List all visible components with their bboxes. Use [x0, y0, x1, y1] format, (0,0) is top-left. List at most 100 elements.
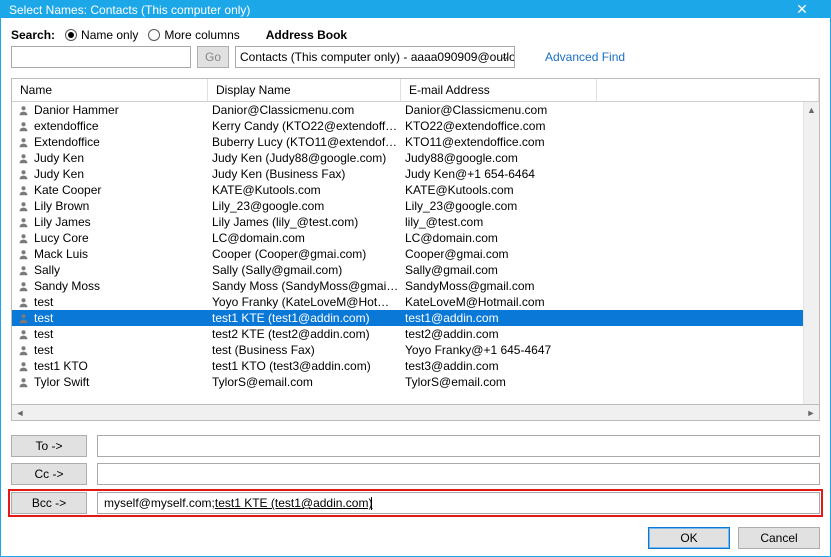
cell-name: Sally [34, 263, 212, 277]
scroll-left-icon[interactable]: ◄ [12, 405, 28, 421]
window-title: Select Names: Contacts (This computer on… [9, 3, 782, 17]
table-row[interactable]: Sandy MossSandy Moss (SandyMoss@gmail.co… [12, 278, 819, 294]
table-row[interactable]: ExtendofficeBuberry Lucy (KTO11@extendof… [12, 134, 819, 150]
col-name[interactable]: Name [12, 79, 208, 101]
grid-body: Danior HammerDanior@Classicmenu.comDanio… [12, 102, 819, 404]
radio-name-only-label: Name only [81, 28, 138, 42]
table-row[interactable]: extendofficeKerry Candy (KTO22@extendoff… [12, 118, 819, 134]
person-icon [16, 375, 30, 389]
to-input[interactable] [97, 435, 820, 457]
person-icon [16, 167, 30, 181]
scroll-right-icon[interactable]: ► [803, 405, 819, 421]
col-email[interactable]: E-mail Address [401, 79, 597, 101]
cell-email: LC@domain.com [405, 231, 765, 245]
cell-name: test [34, 311, 212, 325]
cell-email: test3@addin.com [405, 359, 765, 373]
bcc-text-plain: myself@myself.com; [104, 496, 215, 510]
cell-display: LC@domain.com [212, 231, 405, 245]
cell-display: Judy Ken (Judy88@google.com) [212, 151, 405, 165]
cell-email: Danior@Classicmenu.com [405, 103, 765, 117]
cell-display: Lily James (lily_@test.com) [212, 215, 405, 229]
cell-name: test [34, 343, 212, 357]
table-row[interactable]: test1 KTOtest1 KTO (test3@addin.com)test… [12, 358, 819, 374]
go-button[interactable]: Go [197, 46, 229, 68]
person-icon [16, 311, 30, 325]
cell-name: Mack Luis [34, 247, 212, 261]
radio-icon [65, 29, 77, 41]
radio-name-only[interactable]: Name only [65, 28, 138, 42]
cc-input[interactable] [97, 463, 820, 485]
cell-display: Danior@Classicmenu.com [212, 103, 405, 117]
table-row[interactable]: testYoyo Franky (KateLoveM@Hotmail.c...K… [12, 294, 819, 310]
person-icon [16, 103, 30, 117]
cell-email: KateLoveM@Hotmail.com [405, 295, 765, 309]
table-row[interactable]: Lily JamesLily James (lily_@test.com)lil… [12, 214, 819, 230]
ok-button[interactable]: OK [648, 527, 730, 549]
vertical-scrollbar[interactable]: ▲ [803, 102, 819, 404]
cell-display: test1 KTO (test3@addin.com) [212, 359, 405, 373]
person-icon [16, 215, 30, 229]
person-icon [16, 295, 30, 309]
table-row[interactable]: testtest (Business Fax)Yoyo Franky@+1 64… [12, 342, 819, 358]
cell-email: test1@addin.com [405, 311, 765, 325]
table-row[interactable]: Judy KenJudy Ken (Business Fax)Judy Ken@… [12, 166, 819, 182]
address-book-select[interactable]: Contacts (This computer only) - aaaa0909… [235, 46, 515, 68]
bcc-input[interactable]: myself@myself.com; test1 KTE (test1@addi… [97, 492, 820, 514]
cell-name: Lily James [34, 215, 212, 229]
cell-email: Yoyo Franky@+1 645-4647 [405, 343, 765, 357]
cell-name: test [34, 295, 212, 309]
close-icon[interactable]: ✕ [782, 1, 822, 18]
cell-email: Cooper@gmai.com [405, 247, 765, 261]
select-names-dialog: Select Names: Contacts (This computer on… [0, 0, 831, 557]
person-icon [16, 359, 30, 373]
cell-display: Yoyo Franky (KateLoveM@Hotmail.c... [212, 295, 405, 309]
person-icon [16, 279, 30, 293]
cell-display: test1 KTE (test1@addin.com) [212, 311, 405, 325]
recipient-fields: To -> Cc -> Bcc -> myself@myself.com; te… [11, 435, 820, 521]
search-input[interactable] [11, 46, 191, 68]
cell-name: test1 KTO [34, 359, 212, 373]
cell-name: extendoffice [34, 119, 212, 133]
scroll-up-icon[interactable]: ▲ [804, 102, 819, 118]
cell-display: Cooper (Cooper@gmai.com) [212, 247, 405, 261]
radio-more-columns-label: More columns [164, 28, 239, 42]
table-row[interactable]: SallySally (Sally@gmail.com)Sally@gmail.… [12, 262, 819, 278]
address-book-label: Address Book [266, 28, 347, 42]
search-header-row: Search: Name only More columns Address B… [11, 28, 820, 42]
cell-name: test [34, 327, 212, 341]
advanced-find-link[interactable]: Advanced Find [545, 50, 625, 64]
cell-name: Judy Ken [34, 151, 212, 165]
cell-name: Judy Ken [34, 167, 212, 181]
cell-name: Sandy Moss [34, 279, 212, 293]
cell-email: test2@addin.com [405, 327, 765, 341]
person-icon [16, 183, 30, 197]
horizontal-scrollbar[interactable]: ◄ ► [11, 405, 820, 421]
table-row[interactable]: testtest2 KTE (test2@addin.com)test2@add… [12, 326, 819, 342]
radio-icon [148, 29, 160, 41]
table-row[interactable]: Lucy CoreLC@domain.comLC@domain.com [12, 230, 819, 246]
table-row[interactable]: Judy KenJudy Ken (Judy88@google.com)Judy… [12, 150, 819, 166]
cell-name: Danior Hammer [34, 103, 212, 117]
cell-name: Extendoffice [34, 135, 212, 149]
table-row[interactable]: Lily BrownLily_23@google.comLily_23@goog… [12, 198, 819, 214]
cell-name: Lucy Core [34, 231, 212, 245]
to-button[interactable]: To -> [11, 435, 87, 457]
cell-name: Kate Cooper [34, 183, 212, 197]
table-row[interactable]: Mack LuisCooper (Cooper@gmai.com)Cooper@… [12, 246, 819, 262]
cell-display: test (Business Fax) [212, 343, 405, 357]
person-icon [16, 263, 30, 277]
radio-more-columns[interactable]: More columns [148, 28, 239, 42]
col-display[interactable]: Display Name [208, 79, 401, 101]
cell-email: KATE@Kutools.com [405, 183, 765, 197]
table-row[interactable]: Kate CooperKATE@Kutools.comKATE@Kutools.… [12, 182, 819, 198]
search-label: Search: [11, 28, 55, 42]
bcc-button[interactable]: Bcc -> [11, 492, 87, 514]
cell-email: Lily_23@google.com [405, 199, 765, 213]
cell-display: test2 KTE (test2@addin.com) [212, 327, 405, 341]
cc-button[interactable]: Cc -> [11, 463, 87, 485]
cell-display: KATE@Kutools.com [212, 183, 405, 197]
cancel-button[interactable]: Cancel [738, 527, 820, 549]
table-row[interactable]: testtest1 KTE (test1@addin.com)test1@add… [12, 310, 819, 326]
table-row[interactable]: Tylor SwiftTylorS@email.comTylorS@email.… [12, 374, 819, 390]
table-row[interactable]: Danior HammerDanior@Classicmenu.comDanio… [12, 102, 819, 118]
